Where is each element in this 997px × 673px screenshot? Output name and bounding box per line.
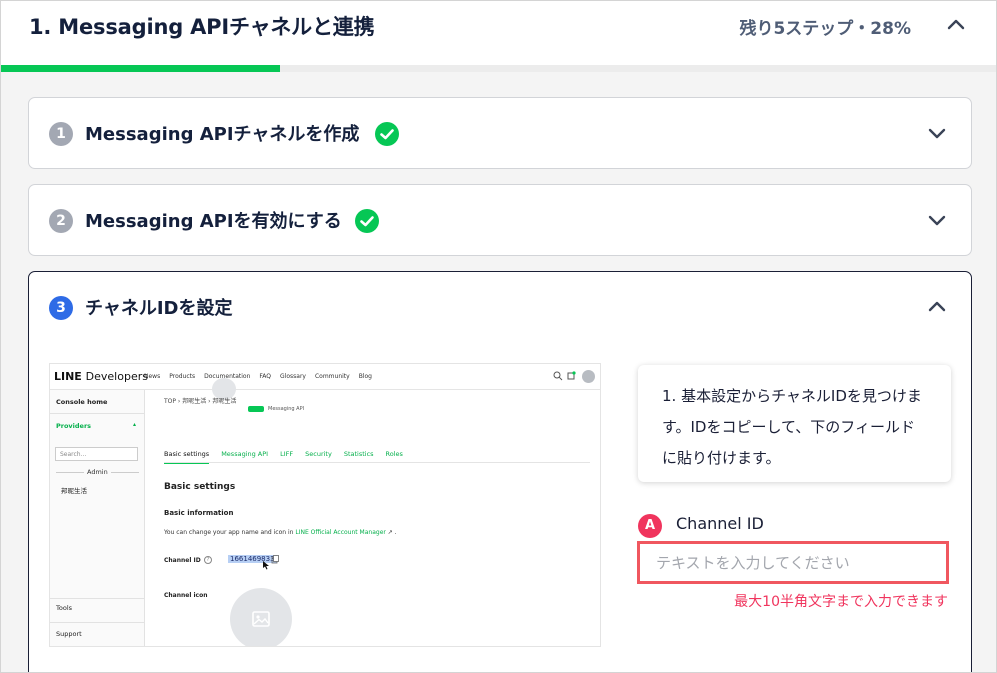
help-icon: ?: [204, 556, 212, 564]
chevron-down-icon[interactable]: [927, 210, 947, 230]
sidebar-search: Search...: [55, 447, 138, 461]
menu-item: Blog: [358, 373, 372, 380]
field-label: Channel ID: [676, 514, 764, 533]
provider-item: 邦昵生活: [61, 487, 87, 495]
avatar: [582, 370, 595, 383]
admin-label: Admin: [84, 468, 111, 476]
step-title: Messaging APIチャネルを作成: [85, 124, 360, 145]
step-number: 2: [49, 209, 73, 233]
sidebar-item-tools: Tools: [56, 604, 73, 612]
setup-panel: 1. Messaging APIチャネルと連携 残り5ステップ・28% 1 Me…: [0, 0, 997, 673]
step-card-2[interactable]: 2 Messaging APIを有効にする: [28, 184, 972, 256]
screenshot-menu: News Products Documentation FAQ Glossary…: [144, 373, 372, 380]
breadcrumb: TOP › 邦昵生活 › 邦昵生活: [164, 398, 237, 405]
instruction-bubble: 1. 基本設定からチャネルIDを見つけます。IDをコピーして、下のフィールドに貼…: [638, 365, 951, 482]
section-heading: Basic settings: [164, 482, 236, 492]
sidebar-item-support: Support: [56, 630, 82, 638]
copy-icon: [271, 555, 279, 564]
field-badge: A: [638, 514, 662, 538]
menu-item: Glossary: [280, 373, 306, 380]
screenshot-main: TOP › 邦昵生活 › 邦昵生活 Messaging API Basic se…: [146, 378, 600, 646]
chevron-up-icon[interactable]: [946, 15, 966, 35]
channel-icon-placeholder: [230, 588, 292, 646]
bell-icon: [567, 371, 576, 380]
channel-icon-label: Channel icon: [164, 592, 208, 599]
menu-item: FAQ: [259, 373, 272, 380]
chevron-down-icon[interactable]: [927, 123, 947, 143]
caret-up-icon: ▴: [133, 421, 137, 428]
image-icon: [252, 611, 270, 627]
menu-item: Community: [314, 373, 350, 380]
section-header[interactable]: 1. Messaging APIチャネルと連携 残り5ステップ・28%: [1, 1, 996, 65]
info-text: You can change your app name and icon in…: [164, 529, 397, 536]
progress-fill: [1, 65, 280, 72]
progress-bar: [1, 65, 996, 72]
chevron-up-icon[interactable]: [927, 297, 947, 317]
check-circle-icon: [355, 209, 379, 233]
cursor-icon: [263, 561, 269, 570]
step-card-1[interactable]: 1 Messaging APIチャネルを作成: [28, 97, 972, 169]
menu-item: Products: [169, 373, 196, 380]
subsection-heading: Basic information: [164, 509, 234, 517]
channel-type: Messaging API: [268, 406, 305, 412]
step-number: 3: [49, 296, 73, 320]
menu-item: News: [144, 373, 161, 380]
search-icon: [553, 371, 563, 381]
line-developers-logo: LINE Developers: [54, 370, 148, 383]
sidebar-item-providers: Providers: [56, 422, 92, 430]
channel-id-input[interactable]: [637, 541, 949, 584]
step-title: Messaging APIを有効にする: [85, 211, 342, 232]
progress-text: 残り5ステップ・28%: [739, 19, 911, 39]
section-title: 1. Messaging APIチャネルと連携: [29, 15, 375, 39]
sidebar-item-console-home: Console home: [56, 398, 108, 406]
field-error-hint: 最大10半角文字まで入力できます: [734, 594, 948, 610]
step-title: チャネルIDを設定: [85, 298, 233, 319]
screenshot-navbar: LINE Developers News Products Documentat…: [50, 364, 600, 390]
check-circle-icon: [375, 122, 399, 146]
screenshot-sidebar: Console home Providers ▴ Search... Admin…: [50, 390, 145, 646]
step-number: 1: [49, 122, 73, 146]
channel-id-label: Channel ID: [164, 557, 201, 564]
reference-screenshot: LINE Developers News Products Documentat…: [49, 363, 601, 647]
